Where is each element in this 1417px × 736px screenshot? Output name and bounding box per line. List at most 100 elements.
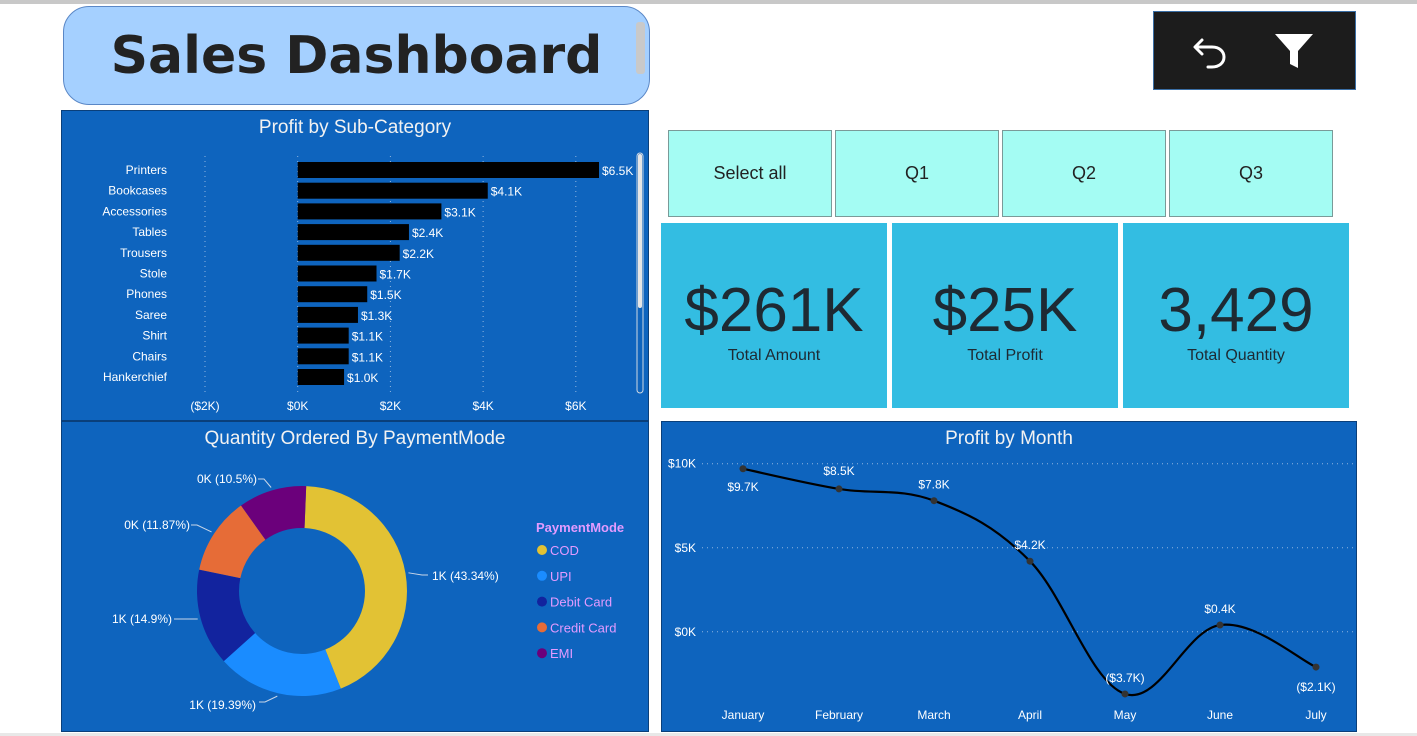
line-point bbox=[930, 497, 938, 505]
line-point bbox=[1026, 557, 1034, 565]
data-label: $4.1K bbox=[491, 185, 522, 199]
data-label: $1.7K bbox=[380, 268, 411, 282]
line-chart: $0K $5K $10K $9.7K January $8.5K February $7.8K… bbox=[668, 457, 1354, 722]
quantity-by-paymentmode-panel: Quantity Ordered By PaymentMode 1K (43.3… bbox=[61, 421, 649, 732]
category-label: Printers bbox=[126, 163, 167, 177]
leader-line bbox=[408, 572, 428, 576]
card-label: Total Profit bbox=[967, 347, 1043, 364]
category-label: Accessories bbox=[102, 204, 167, 218]
x-tick-label: March bbox=[917, 708, 950, 722]
profit-by-subcategory-panel: Profit by Sub-Category ($2K) $0K $2K $4K $6K… bbox=[61, 110, 649, 421]
data-label: $1.0K bbox=[347, 371, 378, 385]
slice-label: 0K (10.5%) bbox=[197, 472, 257, 486]
data-label: $2.4K bbox=[412, 226, 443, 240]
legend-swatch bbox=[537, 648, 547, 659]
data-label: $1.3K bbox=[361, 309, 392, 323]
x-tick-label: January bbox=[722, 708, 765, 722]
bar bbox=[297, 306, 358, 323]
category-label: Hankerchief bbox=[103, 370, 168, 384]
bar bbox=[297, 327, 349, 344]
x-tick-label: ($2K) bbox=[190, 399, 219, 413]
undo-icon[interactable] bbox=[1188, 30, 1232, 74]
legend-title: PaymentMode bbox=[536, 520, 624, 535]
card-total-amount: $261K Total Amount bbox=[661, 223, 887, 408]
page-title: Sales Dashboard bbox=[110, 25, 603, 86]
line-point bbox=[739, 465, 747, 473]
data-label: $6.5K bbox=[602, 164, 633, 178]
y-tick-label: $0K bbox=[675, 625, 696, 639]
legend-swatch bbox=[537, 622, 547, 633]
legend-label: EMI bbox=[550, 646, 573, 661]
card-total-quantity: 3,429 Total Quantity bbox=[1123, 223, 1349, 408]
data-label: $8.5K bbox=[823, 464, 854, 478]
chart-scrollbar-thumb bbox=[638, 154, 642, 308]
bar bbox=[297, 203, 442, 220]
category-label: Bookcases bbox=[108, 184, 167, 198]
legend-swatch bbox=[537, 596, 547, 607]
legend-label: Debit Card bbox=[550, 595, 612, 610]
card-total-profit: $25K Total Profit bbox=[892, 223, 1118, 408]
bar bbox=[297, 244, 400, 261]
leader-line bbox=[191, 524, 212, 533]
category-label: Shirt bbox=[142, 329, 167, 343]
line-point bbox=[1216, 621, 1224, 629]
data-label: $1.1K bbox=[352, 330, 383, 344]
bar bbox=[297, 162, 599, 178]
data-label: $3.1K bbox=[444, 205, 475, 219]
leader-line bbox=[259, 695, 278, 703]
line-point bbox=[835, 485, 843, 493]
x-tick-label: February bbox=[815, 708, 863, 722]
title-scrollbar[interactable] bbox=[636, 22, 645, 74]
slicer-q3[interactable]: Q3 bbox=[1169, 130, 1333, 217]
toolbar bbox=[1153, 11, 1356, 90]
slicer-select-all[interactable]: Select all bbox=[668, 130, 832, 217]
bar bbox=[297, 286, 368, 303]
category-label: Phones bbox=[126, 287, 167, 301]
data-label: $1.5K bbox=[370, 288, 401, 302]
category-label: Chairs bbox=[132, 349, 167, 363]
bar bbox=[297, 265, 377, 282]
legend-label: UPI bbox=[550, 569, 572, 584]
card-value: $25K bbox=[932, 276, 1078, 345]
slicer-q1[interactable]: Q1 bbox=[835, 130, 999, 217]
category-label: Saree bbox=[135, 308, 167, 322]
card-value: $261K bbox=[684, 276, 864, 345]
data-label: ($2.1K) bbox=[1296, 680, 1335, 694]
category-label: Tables bbox=[132, 225, 167, 239]
dashboard-title-box: Sales Dashboard bbox=[63, 6, 650, 105]
top-border bbox=[0, 0, 1417, 4]
x-tick-label: May bbox=[1114, 708, 1137, 722]
profit-by-month-panel: Profit by Month $0K $5K $10K $9.7K January $8… bbox=[661, 421, 1357, 732]
data-label: $7.8K bbox=[918, 478, 949, 492]
bar bbox=[297, 348, 349, 365]
slice-label: 0K (11.87%) bbox=[124, 518, 190, 532]
x-tick-label: $4K bbox=[472, 399, 493, 413]
data-label: $1.1K bbox=[352, 350, 383, 364]
card-label: Total Amount bbox=[727, 347, 821, 364]
slice-label: 1K (14.9%) bbox=[112, 612, 172, 626]
filter-icon[interactable] bbox=[1272, 30, 1316, 74]
data-label: ($3.7K) bbox=[1105, 671, 1144, 685]
legend-swatch bbox=[537, 570, 547, 581]
card-label: Total Quantity bbox=[1187, 347, 1285, 364]
x-tick-label: July bbox=[1305, 708, 1326, 722]
data-label: $0.4K bbox=[1204, 602, 1235, 616]
legend-swatch bbox=[537, 545, 547, 555]
bar bbox=[297, 224, 409, 241]
y-tick-label: $5K bbox=[675, 541, 696, 555]
bar-chart: ($2K) $0K $2K $4K $6K Printers $6.5K Bookcases $… bbox=[102, 152, 644, 413]
x-tick-label: $6K bbox=[565, 399, 586, 413]
line-point bbox=[1121, 690, 1129, 698]
x-tick-label: $0K bbox=[287, 399, 308, 413]
category-label: Trousers bbox=[120, 246, 167, 260]
profit-line bbox=[742, 467, 1317, 697]
data-label: $2.2K bbox=[403, 247, 434, 261]
donut-chart: 1K (43.34%) 1K (19.39%) 1K (14.9%) 0K (11.8… bbox=[112, 472, 624, 712]
data-label: $4.2K bbox=[1014, 538, 1045, 552]
slice-label: 1K (19.39%) bbox=[189, 698, 256, 712]
legend-label: COD bbox=[550, 543, 579, 558]
slicer-q2[interactable]: Q2 bbox=[1002, 130, 1166, 217]
y-tick-label: $10K bbox=[668, 457, 696, 471]
slice-label: 1K (43.34%) bbox=[432, 569, 499, 583]
legend-label: Credit Card bbox=[550, 620, 616, 635]
